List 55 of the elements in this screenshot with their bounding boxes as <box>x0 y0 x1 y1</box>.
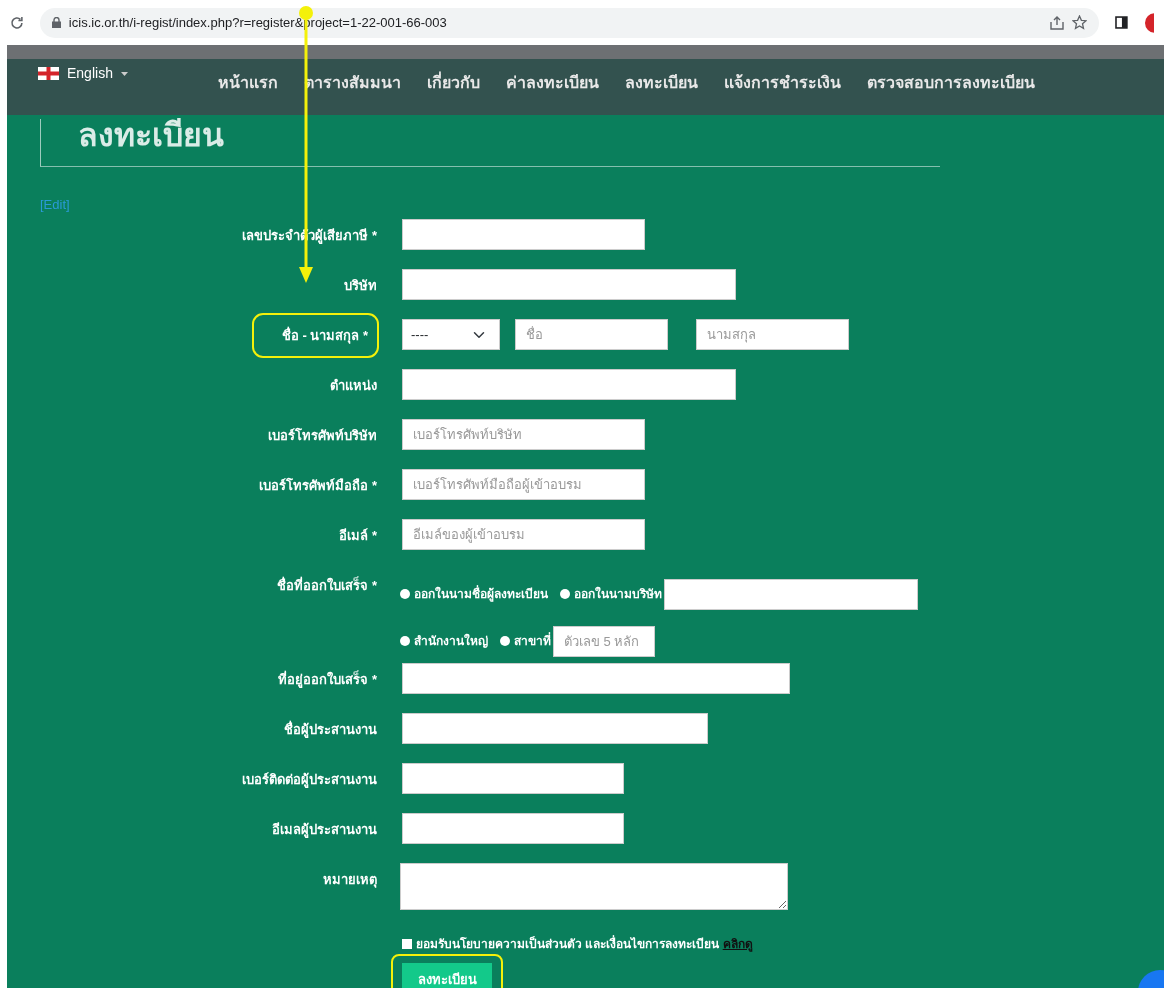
checkbox[interactable] <box>402 939 412 949</box>
first-name-field[interactable]: ชื่อ <box>515 319 668 350</box>
text-field[interactable] <box>402 219 645 250</box>
radio-button[interactable] <box>500 636 510 646</box>
page-title: ลงทะเบียน <box>78 119 225 151</box>
text-field[interactable] <box>402 369 736 400</box>
title-select[interactable]: ---- <box>402 319 500 350</box>
nav-link[interactable]: หน้าแรก <box>217 71 278 95</box>
field-label: ตำแหน่ง <box>330 378 377 393</box>
nav-link[interactable]: ตรวจสอบการลงทะเบียน <box>866 71 1035 95</box>
text-field[interactable] <box>402 813 624 844</box>
text-field[interactable]: เบอร์โทรศัพท์บริษัท <box>402 419 645 450</box>
radio-button[interactable] <box>560 589 570 599</box>
nav-link[interactable]: ลงทะเบียน <box>624 71 698 95</box>
sidebar-icon[interactable] <box>1115 16 1129 29</box>
nav-link[interactable]: เกี่ยวกับ <box>426 71 480 95</box>
field-label: เบอร์โทรศัพท์มือถือ * <box>259 478 377 493</box>
field-label: หมายเหตุ <box>323 872 377 887</box>
radio-button[interactable] <box>400 589 410 599</box>
field-label: อีเมลผู้ประสานงาน <box>272 822 377 837</box>
lock-icon <box>51 17 61 28</box>
field-label: ชื่อผู้ประสานงาน <box>284 722 377 737</box>
nav-link[interactable]: ตารางสัมมนา <box>303 71 401 95</box>
radio-label: สาขาที่ <box>514 632 551 650</box>
radio-label: ออกในนามชื่อผู้ลงทะเบียน <box>414 585 548 603</box>
radio-label: สำนักงานใหญ่ <box>414 632 488 650</box>
text-field[interactable] <box>402 663 790 694</box>
field-label: ชื่อที่ออกใบเสร็จ * <box>277 578 377 593</box>
avatar-icon[interactable] <box>1144 11 1154 34</box>
terms-link[interactable]: คลิกดู <box>722 937 753 951</box>
last-name-field[interactable]: นามสกุล <box>696 319 849 350</box>
language-selector[interactable]: English <box>38 63 128 84</box>
field-label: บริษัท <box>344 278 377 293</box>
flag-icon <box>38 67 59 80</box>
text-field[interactable] <box>402 713 708 744</box>
text-field[interactable] <box>402 763 624 794</box>
field-label: ชื่อ - นามสกุล * <box>253 315 377 356</box>
text-field[interactable]: ตัวเลข 5 หลัก <box>553 625 655 657</box>
nav-link[interactable]: แจ้งการชำระเงิน <box>723 71 841 95</box>
radio-button[interactable] <box>400 636 410 646</box>
text-field[interactable] <box>402 269 736 300</box>
caret-icon <box>120 71 128 76</box>
field-label: เบอร์โทรศัพท์บริษัท <box>268 428 377 443</box>
field-label: เบอร์ติดต่อผู้ประสานงาน <box>242 772 377 787</box>
nav-link[interactable]: ค่าลงทะเบียน <box>505 71 599 95</box>
text-field[interactable]: อีเมล์ของผู้เข้าอบรม <box>402 519 645 550</box>
field-label: ที่อยู่ออกใบเสร็จ * <box>278 672 377 687</box>
share-icon[interactable] <box>1050 15 1065 30</box>
reload-icon[interactable] <box>10 15 24 30</box>
text-field[interactable]: เบอร์โทรศัพท์มือถือผู้เข้าอบรม <box>402 469 645 500</box>
star-icon[interactable] <box>1072 15 1088 30</box>
text-field[interactable] <box>664 578 918 610</box>
field-label: อีเมล์ * <box>339 528 377 543</box>
consent-text: ยอมรับนโยบายความเป็นส่วนตัว และเงื่อนไขการลงทะเบียน คลิกดู <box>416 935 753 953</box>
radio-label: ออกในนามบริษัท <box>574 585 662 603</box>
